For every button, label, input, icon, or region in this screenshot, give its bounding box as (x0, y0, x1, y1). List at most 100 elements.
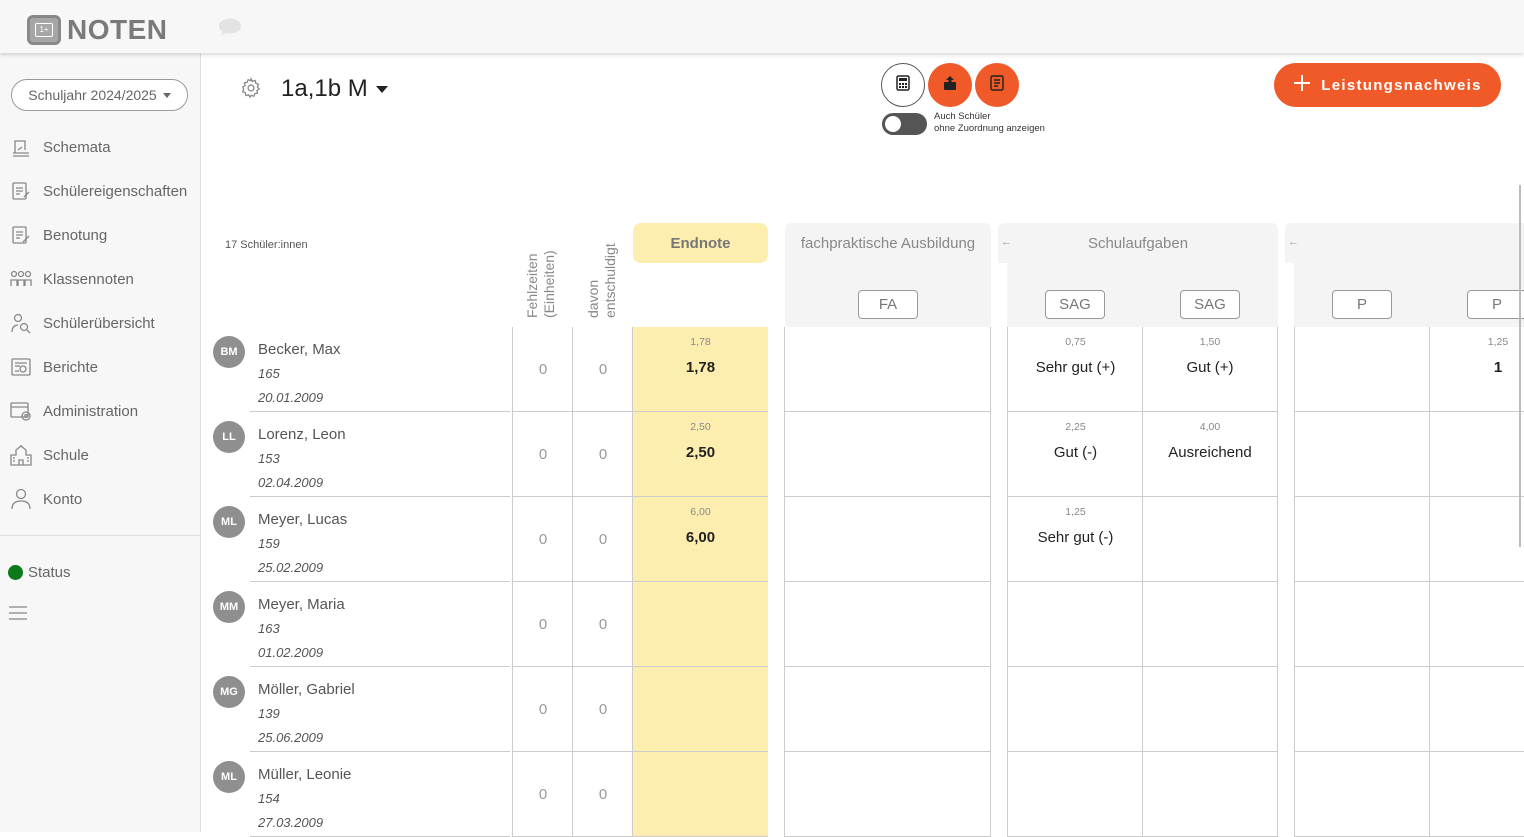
excused-cell[interactable]: 0 (572, 327, 633, 412)
student-name: Möller, Gabriel (258, 681, 355, 698)
sidebar-item-klassennoten[interactable]: Klassennoten (0, 257, 200, 301)
absence-cell[interactable]: 0 (512, 412, 573, 497)
absence-cell[interactable]: 0 (512, 752, 573, 837)
p1-cell[interactable] (1294, 412, 1430, 497)
document-icon (990, 74, 1004, 96)
p2-cell[interactable] (1429, 667, 1524, 752)
logo-icon: 1+ (27, 15, 61, 45)
sag2-cell[interactable] (1142, 497, 1278, 582)
sag2-cell[interactable] (1142, 752, 1278, 837)
class-grades-icon (9, 267, 33, 291)
excused-cell[interactable]: 0 (572, 412, 633, 497)
sidebar-item-schemata[interactable]: Schemata (0, 125, 200, 169)
final-grade-cell[interactable]: 6,00 6,00 (632, 497, 768, 582)
table-row: MG Möller, Gabriel 139 25.06.2009 0 0 (0, 667, 1524, 752)
table-row: BM Becker, Max 165 20.01.2009 0 0 1,78 1,78 0,75… (0, 327, 1524, 412)
table-row: LL Lorenz, Leon 153 02.04.2009 0 0 2,50 2,50 2,2… (0, 412, 1524, 497)
student-name-cell[interactable]: Möller, Gabriel 139 25.06.2009 (250, 667, 510, 752)
final-grade-cell[interactable] (632, 752, 768, 837)
sag1-cell[interactable]: 0,75 Sehr gut (+) (1007, 327, 1143, 412)
sag1-cell[interactable] (1007, 582, 1143, 667)
p1-cell[interactable] (1294, 752, 1430, 837)
fa-cell[interactable] (784, 582, 991, 667)
schema-icon (9, 135, 33, 159)
excused-cell[interactable]: 0 (572, 497, 633, 582)
sag1-cell[interactable] (1007, 667, 1143, 752)
toggle-label: Auch Schüler ohne Zuordnung anzeigen (934, 111, 1045, 134)
sidebar-item-benotung[interactable]: Benotung (0, 213, 200, 257)
column-sag1-button[interactable]: SAG (1045, 290, 1105, 319)
absence-cell[interactable]: 0 (512, 497, 573, 582)
p2-cell[interactable] (1429, 582, 1524, 667)
table-row: ML Meyer, Lucas 159 25.02.2009 0 0 6,00 6,00 1,2… (0, 497, 1524, 582)
calculator-button[interactable] (881, 63, 925, 107)
avatar: MM (213, 591, 245, 623)
column-sag2-button[interactable]: SAG (1180, 290, 1240, 319)
group-header-fa[interactable]: fachpraktische Ausbildung (785, 223, 991, 263)
arrow-left-icon[interactable]: ← (1288, 236, 1299, 248)
column-fa-button[interactable]: FA (858, 290, 918, 319)
p2-cell[interactable] (1429, 752, 1524, 837)
export-button[interactable] (928, 63, 972, 107)
student-birthdate: 25.02.2009 (258, 560, 324, 575)
p1-cell[interactable] (1294, 667, 1430, 752)
fa-cell[interactable] (784, 752, 991, 837)
student-birthdate: 20.01.2009 (258, 390, 324, 405)
arrow-left-icon[interactable]: ← (1001, 236, 1012, 248)
student-id: 165 (258, 366, 280, 381)
excused-cell[interactable]: 0 (572, 667, 633, 752)
school-year-select[interactable]: Schuljahr 2024/2025 (11, 79, 188, 111)
scrollbar[interactable] (1519, 185, 1521, 547)
sidebar-item-schuelereigenschaften[interactable]: Schülereigenschaften (0, 169, 200, 213)
absence-cell[interactable]: 0 (512, 582, 573, 667)
student-name-cell[interactable]: Becker, Max 165 20.01.2009 (250, 327, 510, 412)
p2-cell[interactable] (1429, 412, 1524, 497)
student-name-cell[interactable]: Müller, Leonie 154 27.03.2009 (250, 752, 510, 837)
sag1-cell[interactable] (1007, 752, 1143, 837)
p2-cell[interactable]: 1,25 1 (1429, 327, 1524, 412)
excused-cell[interactable]: 0 (572, 752, 633, 837)
group-header-schulaufgaben[interactable]: Schulaufgaben (998, 223, 1278, 263)
p1-cell[interactable] (1294, 497, 1430, 582)
gear-icon[interactable] (240, 76, 262, 104)
excused-cell[interactable]: 0 (572, 582, 633, 667)
fa-cell[interactable] (784, 327, 991, 412)
show-unassigned-toggle[interactable] (882, 113, 927, 135)
final-grade-cell[interactable] (632, 667, 768, 752)
final-grade-cell[interactable] (632, 582, 768, 667)
p1-cell[interactable] (1294, 327, 1430, 412)
p2-cell[interactable] (1429, 497, 1524, 582)
fa-cell[interactable] (784, 667, 991, 752)
report-button[interactable] (975, 63, 1019, 107)
final-grade-cell[interactable]: 2,50 2,50 (632, 412, 768, 497)
fa-cell[interactable] (784, 412, 991, 497)
column-p1-button[interactable]: P (1332, 290, 1392, 319)
column-p2-button[interactable]: P (1467, 290, 1524, 319)
chat-icon[interactable] (218, 17, 242, 42)
absence-column-header: Fehlzeiten (Einheiten) (524, 250, 557, 318)
student-birthdate: 01.02.2009 (258, 645, 324, 660)
avatar: MG (213, 676, 245, 708)
absence-cell[interactable]: 0 (512, 667, 573, 752)
sag2-cell[interactable]: 4,00 Ausreichend (1142, 412, 1278, 497)
student-name: Lorenz, Leon (258, 426, 346, 443)
sag2-cell[interactable] (1142, 582, 1278, 667)
app-logo[interactable]: 1+ NOTEN (27, 14, 168, 46)
sag2-cell[interactable]: 1,50 Gut (+) (1142, 327, 1278, 412)
group-header-p[interactable] (1285, 223, 1524, 263)
absence-cell[interactable]: 0 (512, 327, 573, 412)
class-selector[interactable]: 1a,1b M (281, 75, 388, 103)
student-name-cell[interactable]: Meyer, Lucas 159 25.02.2009 (250, 497, 510, 582)
sag1-cell[interactable]: 2,25 Gut (-) (1007, 412, 1143, 497)
student-name: Meyer, Maria (258, 596, 345, 613)
student-name-cell[interactable]: Meyer, Maria 163 01.02.2009 (250, 582, 510, 667)
excused-column-header: davon entschuldigt (585, 243, 618, 318)
sag2-cell[interactable] (1142, 667, 1278, 752)
final-grade-cell[interactable]: 1,78 1,78 (632, 327, 768, 412)
add-assessment-button[interactable]: Leistungsnachweis (1274, 63, 1501, 107)
student-name-cell[interactable]: Lorenz, Leon 153 02.04.2009 (250, 412, 510, 497)
p1-cell[interactable] (1294, 582, 1430, 667)
fa-cell[interactable] (784, 497, 991, 582)
top-bar: 1+ NOTEN (0, 0, 1524, 53)
sag1-cell[interactable]: 1,25 Sehr gut (-) (1007, 497, 1143, 582)
